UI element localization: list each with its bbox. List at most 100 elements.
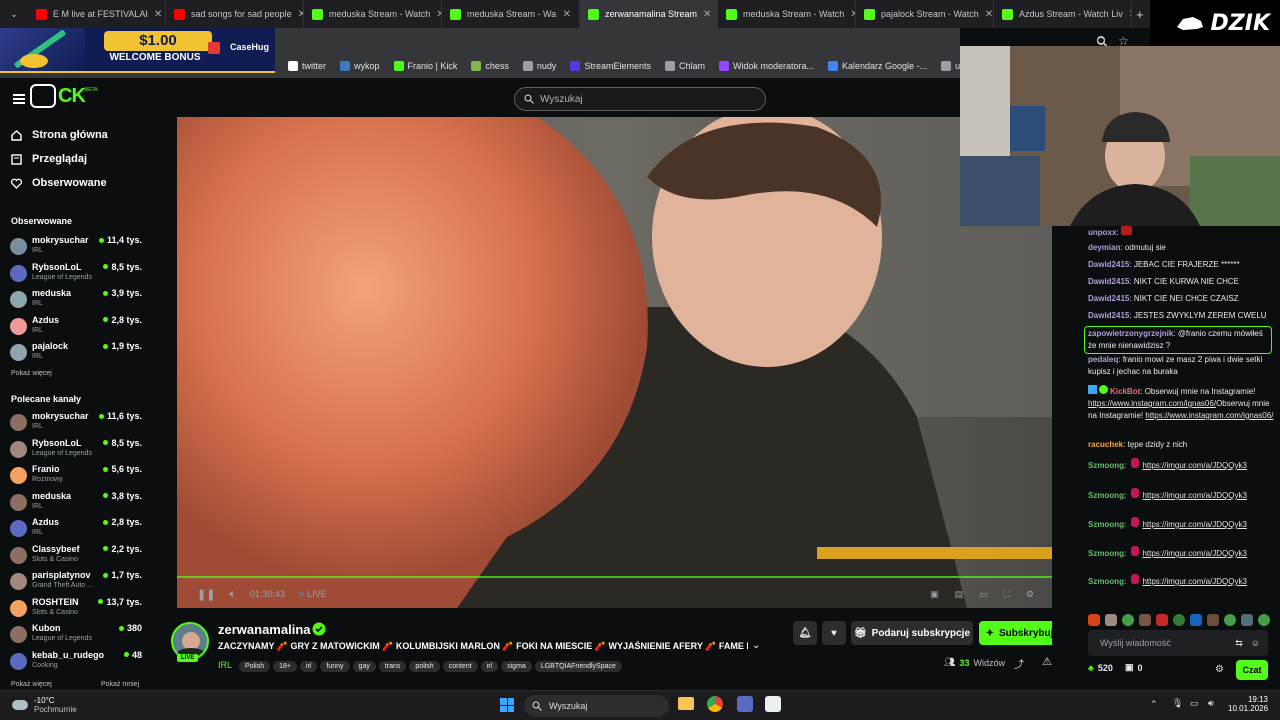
expand-title-icon[interactable]: ⌄ (752, 640, 760, 651)
subscribe-button[interactable]: ✦ Subskrybuj (979, 621, 1060, 645)
recommended-show-more[interactable]: Pokaż więcej (11, 681, 52, 688)
browser-tab[interactable]: Azdus Stream - Watch Liv ✕ (994, 0, 1132, 28)
stream-tag[interactable]: polish (409, 661, 440, 672)
nav-browse[interactable]: Przeglądaj (11, 153, 87, 165)
chat-username[interactable]: Dawid2415 (1088, 277, 1129, 286)
sidebar-channel[interactable]: mokrysuchar IRL 11,4 tys. (10, 235, 146, 261)
channel-name[interactable]: zerwanamalina (218, 622, 311, 637)
emote-icon[interactable] (1258, 614, 1270, 626)
chevron-up-icon[interactable]: ⌃ (1150, 699, 1158, 710)
emoji-icon[interactable]: ☺ (1251, 638, 1260, 648)
bookmark-item[interactable]: Kalendarz Google -... (828, 61, 927, 71)
settings-icon[interactable]: ⚙ (1026, 589, 1034, 600)
chat-link[interactable]: https://imgur.com/a/JDQQyk3 (1142, 461, 1246, 470)
emote-icon[interactable] (1190, 614, 1202, 626)
chrome-icon[interactable] (707, 696, 723, 712)
sidebar-channel[interactable]: kebab_u_rudego Cooking 48 (10, 650, 146, 676)
followed-show-more[interactable]: Pokaż więcej (11, 370, 52, 377)
sidebar-channel[interactable]: meduska IRL 3,8 tys. (10, 491, 146, 517)
sidebar-channel[interactable]: Azdus IRL 2,8 tys. (10, 517, 146, 543)
sidebar-channel[interactable]: Franio Rozmowy 5,6 tys. (10, 464, 146, 490)
microphone-icon[interactable]: 🎙︎ (1172, 698, 1183, 709)
casino-ad-banner[interactable]: $1.00 WELCOME BONUS CaseHug (0, 28, 275, 73)
chat-username[interactable]: Szmoong (1088, 549, 1124, 558)
chat-username[interactable]: racuchek (1088, 440, 1123, 449)
gift-count[interactable]: ▣ 0 (1125, 662, 1143, 673)
chat-username[interactable]: KickBot (1110, 387, 1140, 396)
sidebar-channel[interactable]: RybsonLoL League of Legends 8,5 tys. (10, 262, 146, 288)
volume-icon[interactable]: 🔊︎ (1208, 698, 1214, 709)
emote-icon[interactable] (1241, 614, 1253, 626)
bookmark-item[interactable]: chess (471, 61, 509, 71)
pause-icon[interactable]: ❚❚ (197, 588, 215, 601)
emote-icon[interactable] (1139, 614, 1151, 626)
chat-username[interactable]: pedaleq (1088, 355, 1118, 364)
stream-tag[interactable]: Polish (239, 661, 271, 672)
chat-username[interactable]: deymian (1088, 243, 1120, 252)
stream-tag[interactable]: irl (299, 661, 318, 672)
volume-icon[interactable]: 🔈︎ (229, 588, 236, 601)
theater-mode-icon[interactable]: ▤ (955, 589, 964, 600)
close-icon[interactable]: ✕ (154, 9, 162, 20)
stream-tag[interactable]: content (442, 661, 478, 672)
nav-home[interactable]: Strona główna (11, 129, 108, 141)
stream-tag[interactable]: irl (480, 661, 499, 672)
share-icon[interactable]: ⤴ (1014, 656, 1024, 671)
chat-username[interactable]: Dawid2415 (1088, 311, 1129, 320)
chat-username[interactable]: Szmoong (1088, 491, 1124, 500)
chat-link[interactable]: https://www.instagram.com/ignas06/ (1088, 399, 1216, 408)
chat-username[interactable]: unpoxx (1088, 228, 1116, 237)
send-chat-button[interactable]: Czat (1236, 660, 1268, 680)
close-icon[interactable]: ✕ (563, 9, 571, 20)
emote-icon[interactable] (1156, 614, 1168, 626)
chat-username[interactable]: Szmoong (1088, 577, 1124, 586)
browser-tab[interactable]: E M live at FESTIVALAI ✕ (28, 0, 166, 28)
stream-category[interactable]: IRL (218, 660, 232, 670)
sidebar-channel[interactable]: Classybeef Slots & Casino 2,2 tys. (10, 544, 146, 570)
sidebar-channel[interactable]: parisplatynov Grand Theft Auto ... 1,7 tys… (10, 570, 146, 596)
stream-tag[interactable]: funny (320, 661, 350, 672)
chat-username[interactable]: Dawid2415 (1088, 260, 1129, 269)
chat-settings-icon[interactable]: ⚙ (1215, 664, 1224, 675)
emote-icon[interactable] (1105, 614, 1117, 626)
fullscreen-icon[interactable]: ⛶ (1004, 589, 1010, 600)
seek-bar[interactable] (177, 576, 1052, 578)
browser-tab[interactable]: meduska Stream - Watch✕ (718, 0, 856, 28)
close-icon[interactable]: ✕ (985, 9, 993, 20)
miniplayer-icon[interactable]: ▣ (930, 589, 939, 600)
chat-username[interactable]: zapowietrzonygrzejnik (1088, 329, 1173, 338)
bookmark-item[interactable]: Chlam (664, 61, 705, 71)
chat-username[interactable]: Szmoong (1088, 520, 1124, 529)
bookmark-item[interactable]: Widok moderatora... (718, 61, 814, 71)
clip-icon[interactable]: ▭ (979, 589, 988, 600)
stream-tag[interactable]: 18+ (273, 661, 297, 672)
taskbar-search-input[interactable]: Wyszukaj (524, 695, 669, 717)
stream-tag[interactable]: sigma (501, 661, 532, 672)
nav-following[interactable]: Obserwowane (11, 177, 107, 189)
weather-widget[interactable]: -10°C Pochmurnie (12, 696, 77, 714)
stream-tag[interactable]: trans (378, 661, 407, 672)
chat-link[interactable]: https://imgur.com/a/JDQQyk3 (1142, 520, 1246, 529)
report-icon[interactable]: ⚠ (1042, 655, 1052, 668)
sidebar-channel[interactable]: meduska IRL 3,9 tys. (10, 288, 146, 314)
kick-logo[interactable]: CK BETA (30, 84, 98, 108)
video-player[interactable] (177, 117, 1052, 608)
follow-heart-button[interactable]: ♥ (822, 621, 846, 645)
browser-tab[interactable]: meduska Stream - Wa ✕ (442, 0, 580, 28)
emote-icon[interactable] (1122, 614, 1134, 626)
chat-link[interactable]: https://imgur.com/a/JDQQyk3 (1142, 491, 1246, 500)
app-icon[interactable] (765, 696, 781, 712)
emote-icon[interactable] (1207, 614, 1219, 626)
bookmark-item[interactable]: twitter (288, 61, 326, 71)
menu-icon[interactable] (13, 94, 25, 104)
chat-link[interactable]: https://imgur.com/a/JDQQyk3 (1142, 577, 1246, 586)
new-tab-button[interactable]: + (1136, 7, 1144, 22)
network-icon[interactable]: ▭ (1190, 698, 1199, 709)
chat-input[interactable]: Wyślij wiadomość ⇆ ☺ (1088, 630, 1268, 656)
bookmark-item[interactable]: ujeb link (941, 61, 960, 71)
windows-start-icon[interactable] (500, 698, 514, 712)
sidebar-channel[interactable]: ROSHTEIN Slots & Casino 13,7 tys. (10, 597, 146, 623)
clock[interactable]: 19:13 10.01.2026 (1228, 695, 1268, 713)
search-input[interactable]: Wyszukaj (514, 87, 766, 111)
stream-tag[interactable]: gay (352, 661, 376, 672)
